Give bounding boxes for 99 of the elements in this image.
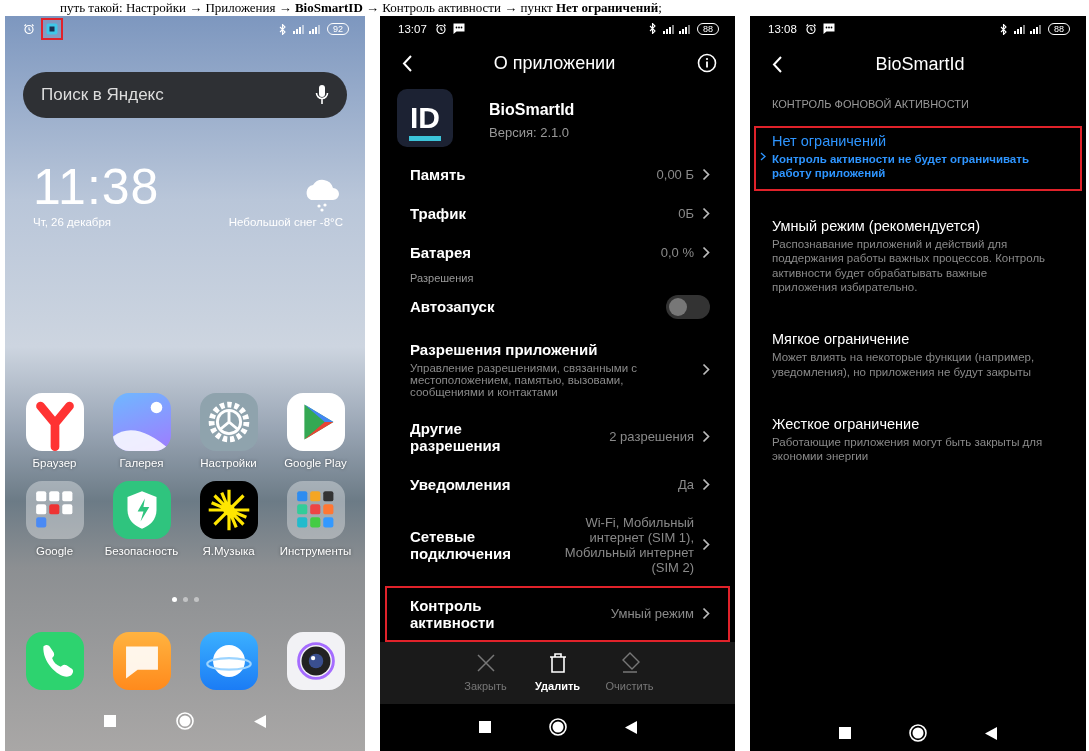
folder-icon[interactable] xyxy=(286,481,345,539)
row-label: Другие разрешения xyxy=(410,419,502,454)
weather-text: Небольшой снег -8°C xyxy=(228,216,343,228)
app-logo: ID xyxy=(397,88,453,147)
signal-icon xyxy=(293,24,321,34)
camera-icon[interactable] xyxy=(286,632,345,690)
status-time: 13:07 xyxy=(398,22,427,35)
row-value: 0,0 % xyxy=(659,244,694,260)
row-value: Да xyxy=(676,476,694,492)
app-version: Версия: 2.1.0 xyxy=(489,124,571,140)
globe-icon[interactable] xyxy=(199,632,258,690)
home-icon[interactable] xyxy=(548,718,567,737)
row-value: 0,00 Б xyxy=(655,166,694,182)
screen-title: BioSmartId xyxy=(874,53,966,75)
option-description: Контроль активности не будет ограничивать работу приложений xyxy=(772,152,1030,181)
settings-row[interactable]: Трафик 0Б xyxy=(385,193,730,233)
chevron-icon xyxy=(702,430,710,444)
caption-text: путь такой: Настройки → Приложения → BioSmartID → Контроль активности → пункт Нет ограничений; xyxy=(59,0,663,16)
page-dot[interactable] xyxy=(182,597,188,602)
settings-row[interactable]: Память 0,00 Б xyxy=(385,154,730,194)
row-label: Батарея xyxy=(410,243,472,261)
clock-date: Чт, 26 декабря xyxy=(33,216,112,228)
option-item[interactable]: Мягкое ограничение Может влиять на некоторые функции (например, уведомления), но приложения не будут закрыты xyxy=(754,324,1082,389)
search-field[interactable]: Поиск в Яндекс xyxy=(23,72,347,118)
app-label: Инструменты xyxy=(278,545,353,557)
option-description: Может влиять на некоторые функции (например, уведомления), но приложения не будут закрыты xyxy=(772,350,1036,379)
app-label: Я.Музыка xyxy=(201,545,256,557)
option-title: Нет ограничений xyxy=(772,133,888,149)
search-placeholder: Поиск в Яндекс xyxy=(41,85,165,105)
back-icon[interactable] xyxy=(624,720,637,734)
chevron-icon xyxy=(702,206,710,220)
page-dot[interactable] xyxy=(193,597,199,602)
action-button[interactable]: Удалить xyxy=(532,651,583,692)
settings-row[interactable]: Батарея 0,0 % xyxy=(385,232,730,272)
row-label: Автозапуск xyxy=(410,298,495,316)
folder-icon[interactable] xyxy=(25,481,84,539)
starburst-icon[interactable] xyxy=(199,481,258,539)
app-label: Галерея xyxy=(118,457,165,469)
settings-row[interactable]: Уведомления Да xyxy=(385,464,730,504)
signal-icon xyxy=(663,23,691,34)
signal-icon xyxy=(1014,24,1042,34)
chevron-icon xyxy=(702,362,710,376)
info-icon[interactable] xyxy=(697,53,717,74)
row-value: Умный режим xyxy=(609,606,694,622)
chevron-icon xyxy=(702,607,710,621)
row-value: 2 разрешения xyxy=(608,429,694,445)
status-time: 13:08 xyxy=(768,23,797,35)
chevron-icon xyxy=(760,152,766,162)
settings-row[interactable]: Другие разрешения 2 разрешения xyxy=(385,408,730,465)
chevron-icon xyxy=(702,538,710,552)
row-label: Трафик xyxy=(410,204,466,222)
row-label: Память xyxy=(410,165,466,183)
app-label: Google Play xyxy=(283,457,348,469)
option-title: Мягкое ограничение xyxy=(772,331,911,348)
chevron-icon xyxy=(702,477,710,491)
shield-icon[interactable] xyxy=(112,481,171,539)
app-label: Google xyxy=(34,545,75,557)
chevron-icon xyxy=(702,245,710,259)
clock-time: 11:38 xyxy=(33,159,160,215)
y-logo-icon[interactable] xyxy=(25,393,84,451)
option-title: Умный режим (рекомендуется) xyxy=(772,217,981,234)
option-title: Жесткое ограничение xyxy=(772,416,921,432)
section-label: Разрешения xyxy=(409,271,475,284)
toggle-switch[interactable] xyxy=(666,294,710,319)
bluetooth-icon xyxy=(1000,23,1008,35)
cross-icon xyxy=(474,651,497,674)
phone-icon[interactable] xyxy=(25,632,84,690)
section-label: КОНТРОЛЬ ФОНОВОЙ АКТИВНОСТИ xyxy=(771,97,970,112)
play-triangle-icon[interactable] xyxy=(286,393,345,451)
page-dot[interactable] xyxy=(171,597,177,602)
landscape-icon[interactable] xyxy=(112,393,171,451)
app-name: BioSmartId xyxy=(489,100,575,119)
row-label: Сетевые подключения xyxy=(410,527,513,562)
microphone-icon[interactable] xyxy=(315,85,329,105)
chevron-icon xyxy=(702,167,710,181)
home-icon[interactable] xyxy=(909,724,927,742)
option-item[interactable]: Умный режим (рекомендуется) Распознавание приложений и действий для поддержания работы важных процессов. Контроль активности будет обрабатывать важные приложения избирательно. xyxy=(754,210,1082,305)
back-icon[interactable] xyxy=(985,726,997,740)
bluetooth-icon xyxy=(649,23,657,35)
row-label: Разрешения приложений xyxy=(410,340,598,358)
screen-title: О приложении xyxy=(492,52,617,74)
row-label: Контроль активности xyxy=(410,596,496,631)
option-item[interactable]: Жесткое ограничение Работающие приложения могут быть закрыты для экономии энергии xyxy=(754,409,1082,474)
option-description: Распознавание приложений и действий для поддержания работы важных процессов. Контроль активности будет обрабатывать важные приложения избирательно. xyxy=(772,236,1047,295)
row-value: 0Б xyxy=(677,205,694,221)
gear-icon[interactable] xyxy=(199,393,258,451)
bluetooth-icon xyxy=(279,23,287,35)
settings-row[interactable]: Сетевые подключения Wi-Fi, Мобильный интернет (SIM 1), Мобильный интернет (SIM 2) xyxy=(385,503,730,586)
option-item[interactable]: Нет ограничений Контроль активности не будет ограничивать работу приложений xyxy=(754,126,1082,191)
app-label: Настройки xyxy=(199,457,258,469)
row-description: Управление разрешениями, связанными с местоположением, памятью, вызовами, сообщениями и контактами xyxy=(410,361,639,398)
settings-row[interactable]: Контроль активности Умный режим xyxy=(385,585,730,642)
app-label: Браузер xyxy=(31,457,78,469)
speech-bubble-icon[interactable] xyxy=(112,632,171,690)
row-label: Уведомления xyxy=(410,475,511,493)
recent-apps-icon[interactable] xyxy=(478,721,491,734)
app-label: Безопасность xyxy=(103,545,180,557)
option-description: Работающие приложения могут быть закрыты для экономии энергии xyxy=(772,435,1044,464)
row-value: Wi-Fi, Мобильный интернет (SIM 1), Мобильный интернет (SIM 2) xyxy=(563,514,694,575)
